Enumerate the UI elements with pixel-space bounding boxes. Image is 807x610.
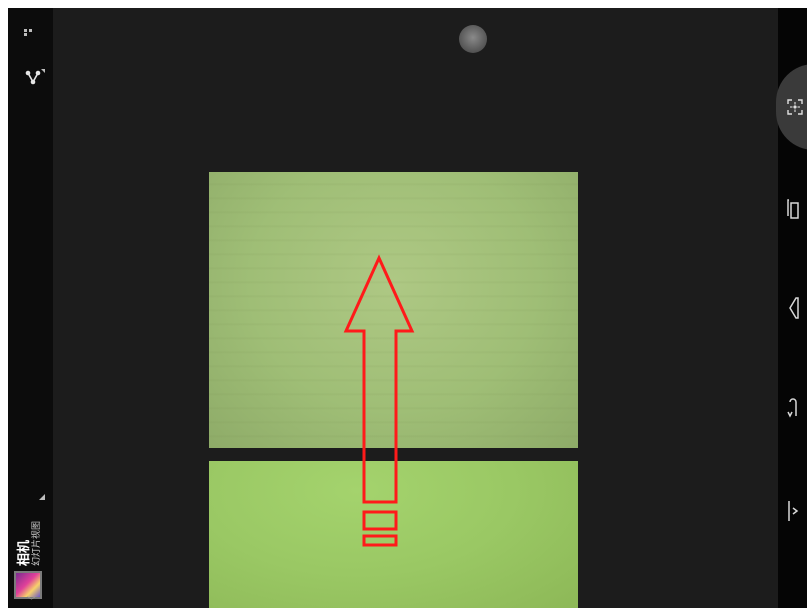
- screen: 相机 幻灯片视图 ﹀: [0, 0, 807, 610]
- end-bar-icon[interactable]: [778, 491, 807, 531]
- app-window: 相机 幻灯片视图 ﹀: [8, 8, 807, 608]
- chevron-down-icon[interactable]: ﹀: [27, 598, 36, 607]
- label-corner-glyph: [39, 494, 45, 500]
- copy-icon[interactable]: [778, 189, 807, 229]
- capture-frame-icon[interactable]: [776, 64, 807, 150]
- more-dots-icon[interactable]: [24, 29, 38, 36]
- app-thumbnail-icon[interactable]: [14, 571, 42, 599]
- back-bracket-icon[interactable]: [778, 288, 807, 328]
- app-subtitle: 幻灯片视图: [32, 520, 42, 566]
- left-app-bar: 相机 幻灯片视图 ﹀: [8, 8, 53, 608]
- rotate-icon[interactable]: [778, 388, 807, 428]
- swipe-up-arrow-icon: [343, 254, 415, 547]
- shutter-knob-icon[interactable]: [459, 25, 487, 53]
- right-control-rail: [776, 8, 807, 608]
- share-icon[interactable]: [24, 69, 46, 89]
